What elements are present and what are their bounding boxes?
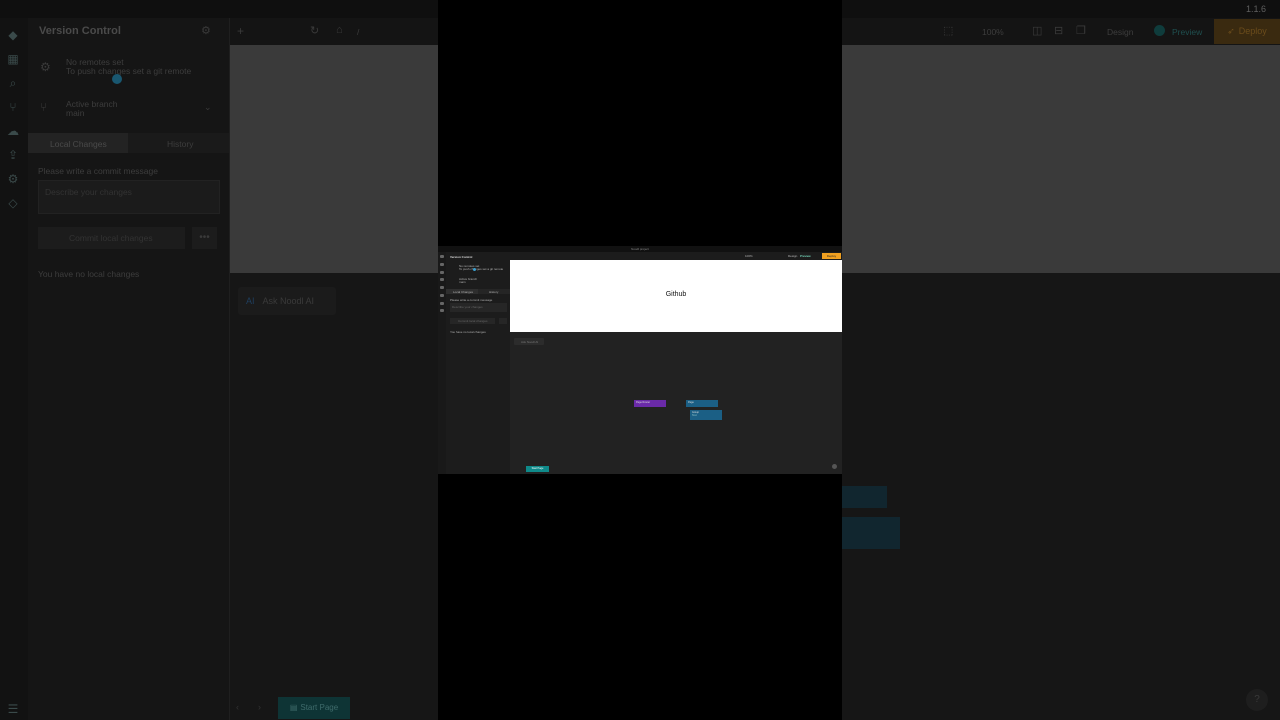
commit-button-label: Commit local changes	[69, 233, 153, 243]
back-icon[interactable]: ‹	[236, 702, 239, 712]
mini-node-icon	[440, 309, 444, 312]
preview-toggle-icon[interactable]	[1154, 25, 1165, 36]
mini-panel-title: Version Control	[450, 255, 473, 259]
mini-ai-label: Ask Noodl AI	[521, 340, 539, 344]
deploy-icon[interactable]: ⇪	[6, 148, 20, 162]
commit-prompt: Please write a commit message	[38, 166, 158, 176]
start-page-label: Start Page	[300, 703, 339, 712]
start-page-tab[interactable]: ▤ Start Page	[278, 697, 350, 719]
panel-settings-icon[interactable]: ⚙	[201, 24, 211, 37]
version-control-icon[interactable]: ⑂	[6, 100, 20, 114]
design-mode[interactable]: Design	[1107, 27, 1133, 37]
help-button[interactable]: ?	[1246, 689, 1268, 711]
tab-history[interactable]: History	[167, 139, 193, 149]
panel-title: Version Control	[39, 25, 121, 37]
page-node-label: Page	[688, 401, 694, 404]
more-options-button[interactable]: •••	[192, 227, 217, 249]
home-icon[interactable]: ⌂	[336, 24, 343, 36]
zoom-level[interactable]: 100%	[982, 27, 1004, 37]
ai-badge: AI	[246, 296, 255, 306]
mini-branch-name: main	[459, 280, 466, 284]
mini-remote-hint: To push changes set a git remote	[459, 267, 504, 271]
commit-placeholder: Describe your changes	[45, 187, 132, 197]
ask-ai-label: Ask Noodl AI	[262, 296, 315, 306]
version-control-panel	[28, 18, 230, 720]
deploy-button[interactable]: ➶ Deploy	[1214, 19, 1280, 44]
group-node: Group Text	[690, 410, 722, 420]
mini-logo-icon	[440, 255, 444, 258]
page-icon: ▤	[289, 703, 298, 712]
deploy-label: Deploy	[1238, 26, 1267, 36]
mini-node-graph	[510, 332, 842, 474]
mini-start-page: Start Page	[526, 466, 549, 472]
commit-message-input[interactable]: Describe your changes	[38, 180, 220, 214]
group-node-fragment[interactable]	[842, 517, 900, 549]
viewport-icon[interactable]: ⬚	[943, 24, 953, 37]
canvas-text: Github	[665, 291, 687, 298]
mini-settings-icon	[440, 302, 444, 305]
mini-zoom: 100%	[745, 254, 753, 258]
group-node-sub: Text	[692, 414, 697, 417]
canvas-preview-right	[842, 45, 1280, 273]
cloud-services-icon[interactable]: ☁	[6, 124, 20, 138]
commit-button[interactable]: Commit local changes	[38, 227, 185, 249]
ask-ai-button[interactable]: AI Ask Noodl AI	[238, 287, 336, 315]
chevron-down-icon[interactable]: ⌄	[204, 102, 212, 113]
embedded-screenshot: Noodl project Version Control No remotes…	[438, 246, 842, 474]
mini-version-icon	[440, 278, 444, 281]
mini-cursor	[473, 268, 476, 271]
preview-mode[interactable]: Preview	[1172, 27, 1202, 37]
forward-icon[interactable]: ›	[258, 702, 261, 712]
layout-split-icon[interactable]: ◫	[1032, 24, 1042, 37]
mini-commit-prompt: Please write a commit message	[450, 298, 493, 302]
mini-ai-chip: Ask Noodl AI	[514, 338, 544, 345]
branch-name[interactable]: main	[66, 108, 84, 118]
cursor-indicator	[112, 74, 122, 84]
mini-search-icon	[440, 271, 444, 274]
add-icon[interactable]: +	[237, 24, 244, 38]
mini-components-icon	[440, 263, 444, 266]
mini-tab-local-label: Local Changes	[453, 290, 474, 294]
mini-commit-button-label: Commit local changes	[458, 319, 488, 323]
preferences-icon[interactable]: ☰	[6, 702, 20, 716]
mini-deploy-icon	[440, 294, 444, 297]
node-icon[interactable]: ◇	[6, 196, 20, 210]
mini-design: Design	[788, 254, 798, 258]
layout-window-icon[interactable]: ❐	[1076, 24, 1086, 37]
version-label: 1.1.6	[1245, 4, 1266, 14]
mini-cloud-icon	[440, 286, 444, 289]
page-router-label: Page Router	[636, 401, 651, 404]
mini-deploy: Deploy	[822, 253, 841, 259]
branch-icon: ⑂	[40, 100, 48, 114]
refresh-icon[interactable]: ↻	[310, 24, 319, 37]
rocket-icon: ➶	[1227, 26, 1235, 36]
page-node: Page	[686, 400, 718, 407]
mini-no-changes: You have no local changes	[450, 330, 486, 334]
search-icon[interactable]: ⌕	[6, 76, 20, 90]
mini-commit-button: Commit local changes	[450, 318, 495, 324]
page-router-node: Page Router	[634, 400, 666, 407]
canvas-preview-left	[230, 45, 438, 273]
components-icon[interactable]: ▦	[6, 52, 20, 66]
layout-stack-icon[interactable]: ⊟	[1054, 24, 1063, 37]
remote-hint: To push changes set a git remote	[66, 66, 192, 76]
settings-icon[interactable]: ⚙	[6, 172, 20, 186]
remote-settings-icon[interactable]: ⚙	[40, 60, 51, 74]
logo-icon: ◆	[8, 28, 18, 42]
mini-tab-history: History	[489, 290, 499, 294]
mini-help-icon	[832, 464, 837, 469]
mini-more-button	[499, 318, 507, 324]
mini-commit-placeholder: Describe your changes	[452, 305, 483, 309]
no-changes-text: You have no local changes	[38, 269, 140, 279]
page-node-fragment[interactable]	[842, 486, 887, 508]
tab-local-label: Local Changes	[50, 139, 107, 149]
mini-commit-input: Describe your changes	[450, 303, 507, 312]
breadcrumb: /	[357, 27, 360, 37]
mini-version-panel	[446, 252, 511, 474]
mini-preview: Preview	[800, 254, 811, 258]
